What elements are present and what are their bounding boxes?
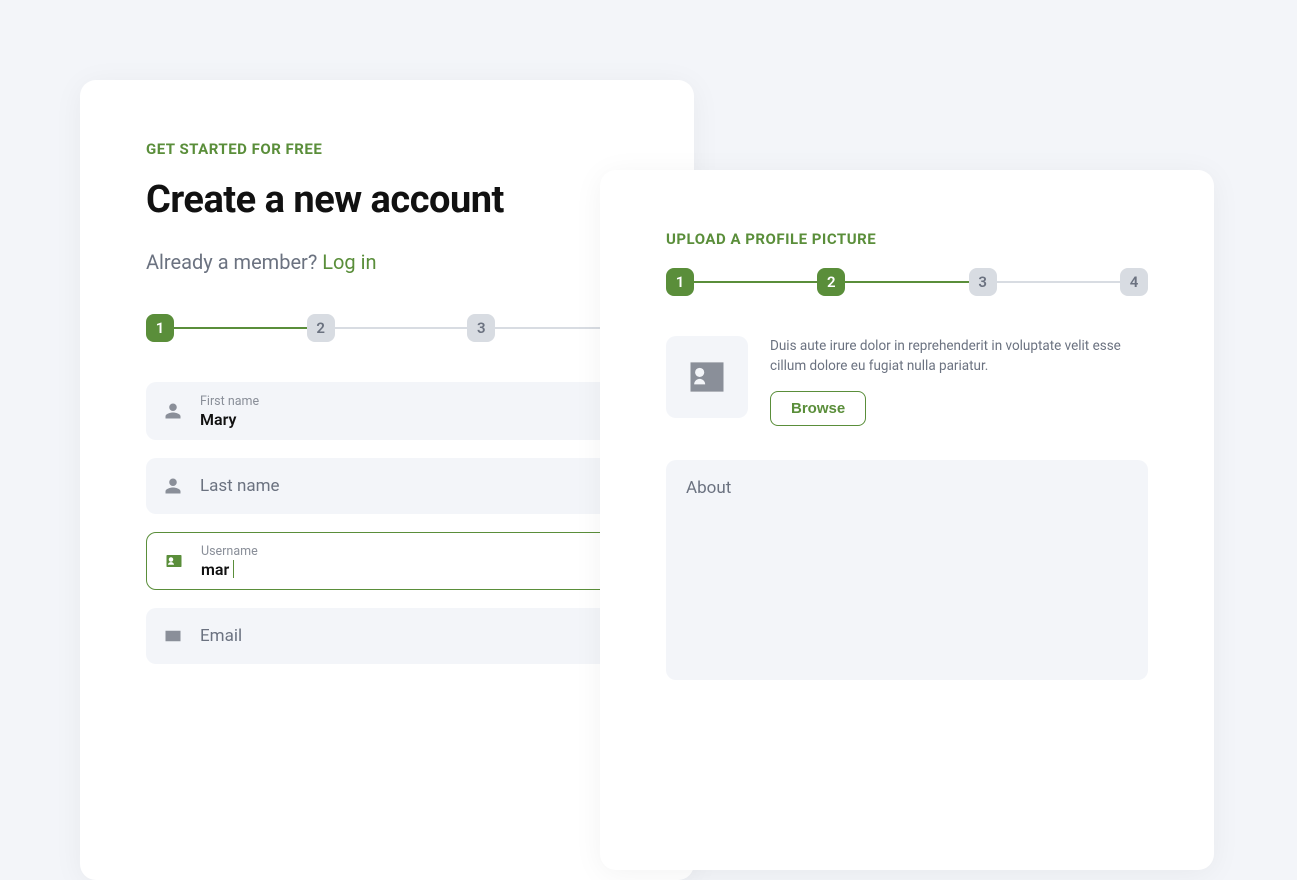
step-3[interactable]: 3 (467, 314, 495, 342)
step-2[interactable]: 2 (817, 268, 845, 296)
already-member-prefix: Already a member? (146, 250, 322, 274)
step-1[interactable]: 1 (146, 314, 174, 342)
email-placeholder: Email (200, 626, 242, 646)
step-1[interactable]: 1 (666, 268, 694, 296)
browse-button[interactable]: Browse (770, 391, 866, 426)
mail-icon (164, 627, 182, 645)
profile-picture-placeholder[interactable] (666, 336, 748, 418)
upload-row: Duis aute irure dolor in reprehenderit i… (666, 336, 1148, 426)
stepper-left: 1 2 3 (146, 314, 628, 342)
user-icon (164, 477, 182, 495)
upload-info: Duis aute irure dolor in reprehenderit i… (770, 336, 1148, 426)
step-bar (997, 281, 1120, 283)
step-bar (845, 281, 968, 283)
about-placeholder: About (686, 478, 731, 498)
step-bar (335, 327, 468, 329)
profile-id-icon (685, 355, 729, 399)
upload-description: Duis aute irure dolor in reprehenderit i… (770, 336, 1148, 377)
upload-profile-card: UPLOAD A PROFILE PICTURE 1 2 3 4 Duis au… (600, 170, 1214, 870)
step-bar (694, 281, 817, 283)
stepper-right: 1 2 3 4 (666, 268, 1148, 296)
step-2[interactable]: 2 (307, 314, 335, 342)
username-label: Username (201, 543, 258, 561)
page-title: Create a new account (146, 178, 628, 222)
eyebrow-text: GET STARTED FOR FREE (146, 140, 628, 158)
first-name-value: Mary (200, 410, 259, 429)
username-value: mar (201, 560, 258, 579)
last-name-placeholder: Last name (200, 476, 280, 496)
text-cursor (233, 560, 234, 578)
about-field[interactable]: About (666, 460, 1148, 680)
eyebrow-text: UPLOAD A PROFILE PICTURE (666, 230, 1148, 248)
already-member-text: Already a member? Log in (146, 250, 628, 274)
login-link[interactable]: Log in (322, 250, 376, 274)
first-name-label: First name (200, 393, 259, 411)
id-card-icon (165, 552, 183, 570)
step-3[interactable]: 3 (969, 268, 997, 296)
user-icon (164, 402, 182, 420)
step-bar (174, 327, 307, 329)
step-4[interactable]: 4 (1120, 268, 1148, 296)
